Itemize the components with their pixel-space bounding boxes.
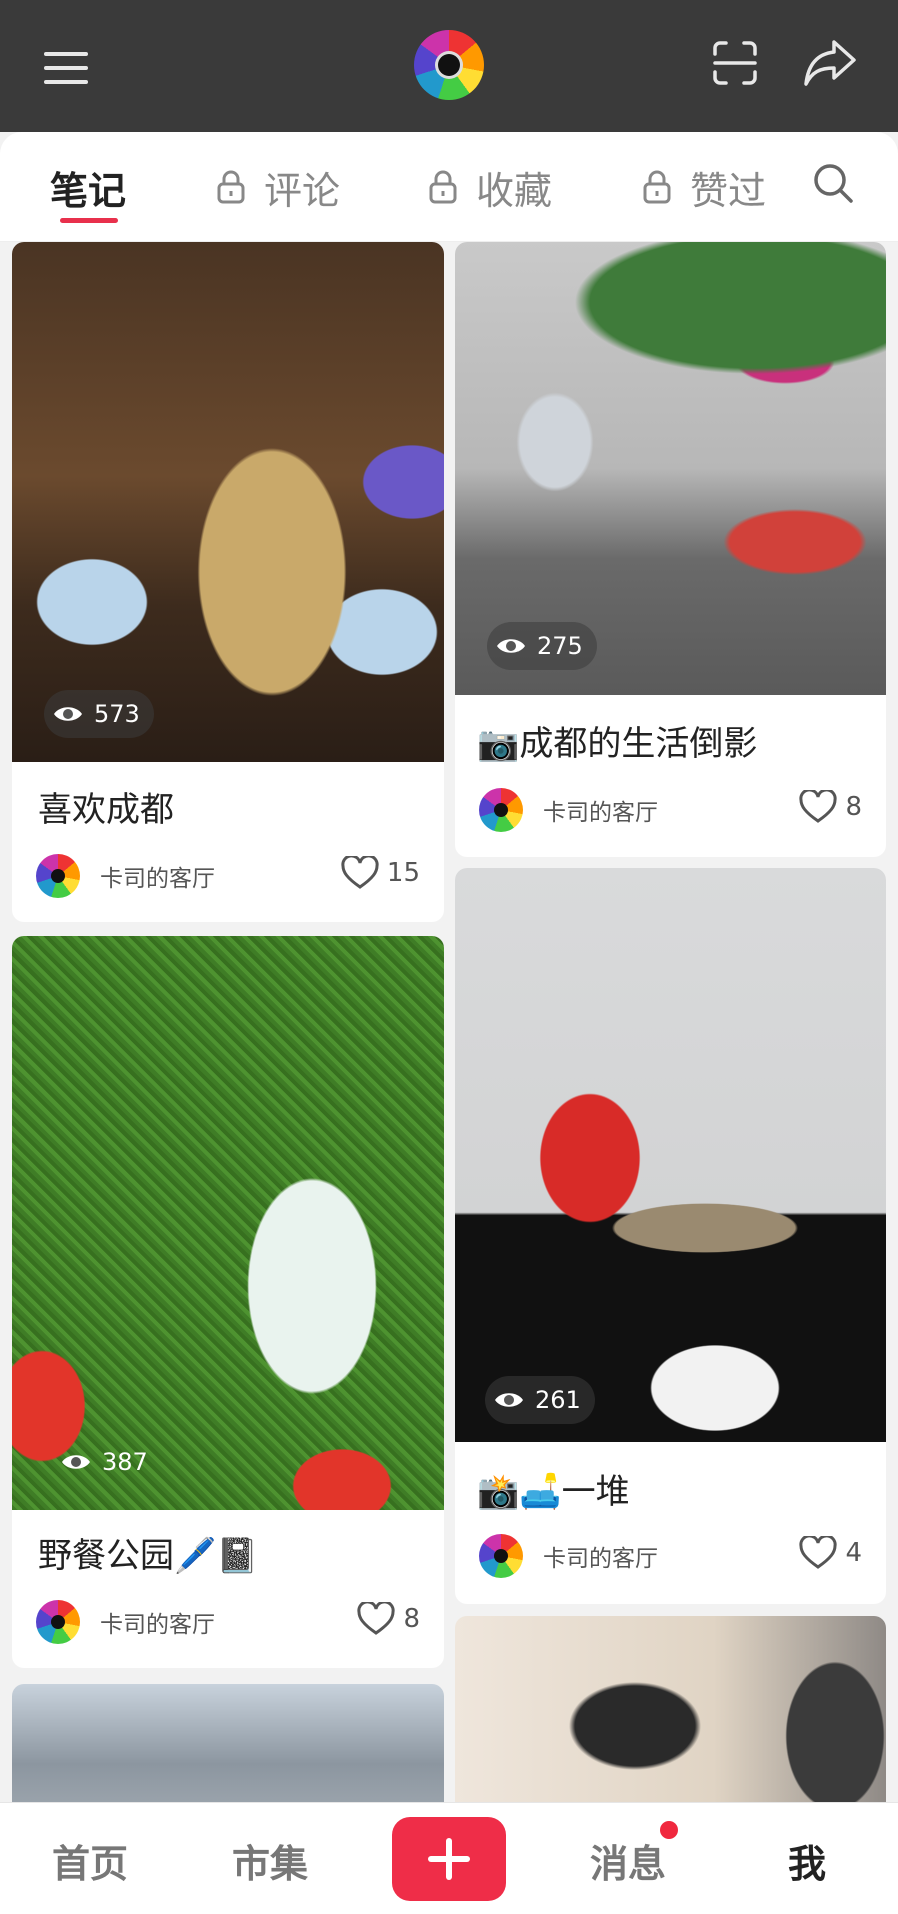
menu-icon[interactable] [44, 48, 92, 88]
note-author[interactable]: 卡司的客厅 [479, 1534, 658, 1578]
nav-me[interactable]: 我 [788, 1833, 826, 1888]
view-count-badge: 387 [52, 1438, 162, 1486]
search-icon[interactable] [812, 162, 854, 204]
nav-market[interactable]: 市集 [232, 1833, 308, 1888]
note-author[interactable]: 卡司的客厅 [36, 854, 215, 898]
active-tab-indicator [60, 218, 118, 223]
author-avatar [36, 1600, 80, 1644]
tab-favorites[interactable]: 收藏 [428, 162, 552, 213]
tab-liked[interactable]: 赞过 [642, 162, 768, 212]
eye-icon [497, 639, 525, 653]
eye-icon [54, 707, 82, 721]
like-button[interactable]: 8 [799, 790, 862, 824]
author-avatar [36, 854, 80, 898]
heart-icon [799, 1536, 838, 1569]
nav-home[interactable]: 首页 [52, 1833, 128, 1888]
note-card[interactable]: 573 喜欢成都 卡司的客厅 15 [12, 242, 444, 922]
view-count-badge: 261 [485, 1376, 595, 1424]
note-author[interactable]: 卡司的客厅 [36, 1600, 215, 1644]
add-post-button[interactable] [392, 1817, 506, 1901]
view-count-badge: 573 [44, 690, 154, 738]
notification-dot [660, 1821, 678, 1839]
lock-icon [429, 170, 457, 204]
note-author[interactable]: 卡司的客厅 [479, 788, 658, 832]
note-title: 喜欢成都 [38, 790, 174, 830]
eye-icon [495, 1393, 523, 1407]
note-title: 📸🛋️一堆 [477, 1472, 630, 1512]
heart-icon [357, 1602, 396, 1635]
view-count-badge: 275 [487, 622, 597, 670]
note-cover-image [455, 868, 886, 1442]
scan-icon[interactable] [712, 40, 758, 86]
profile-tabs: 笔记 评论 收藏 赞过 [0, 132, 898, 242]
note-cover-image [12, 936, 444, 1510]
heart-icon [799, 790, 838, 823]
bottom-nav: 首页 市集 消息 我 [0, 1802, 898, 1914]
like-button[interactable]: 8 [357, 1602, 420, 1636]
lock-icon [217, 170, 245, 204]
tab-notes[interactable]: 笔记 [50, 162, 126, 213]
note-card[interactable]: 275 📷成都的生活倒影 卡司的客厅 8 [455, 242, 886, 857]
eye-icon [62, 1455, 90, 1469]
top-bar [0, 0, 898, 132]
nav-messages[interactable]: 消息 [590, 1833, 666, 1888]
author-avatar [479, 788, 523, 832]
note-title: 📷成都的生活倒影 [477, 724, 758, 764]
heart-icon [341, 856, 379, 889]
share-icon[interactable] [802, 36, 858, 88]
note-title: 野餐公园🖊️📓 [38, 1536, 259, 1576]
note-card[interactable]: 387 野餐公园🖊️📓 卡司的客厅 8 [12, 936, 444, 1668]
like-button[interactable]: 4 [799, 1536, 862, 1570]
note-cover-image [12, 242, 444, 762]
avatar[interactable] [414, 30, 484, 100]
like-button[interactable]: 15 [341, 856, 420, 890]
lock-icon [643, 170, 671, 204]
author-avatar [479, 1534, 523, 1578]
tab-comments[interactable]: 评论 [216, 162, 340, 213]
note-card[interactable]: 261 📸🛋️一堆 卡司的客厅 4 [455, 868, 886, 1604]
